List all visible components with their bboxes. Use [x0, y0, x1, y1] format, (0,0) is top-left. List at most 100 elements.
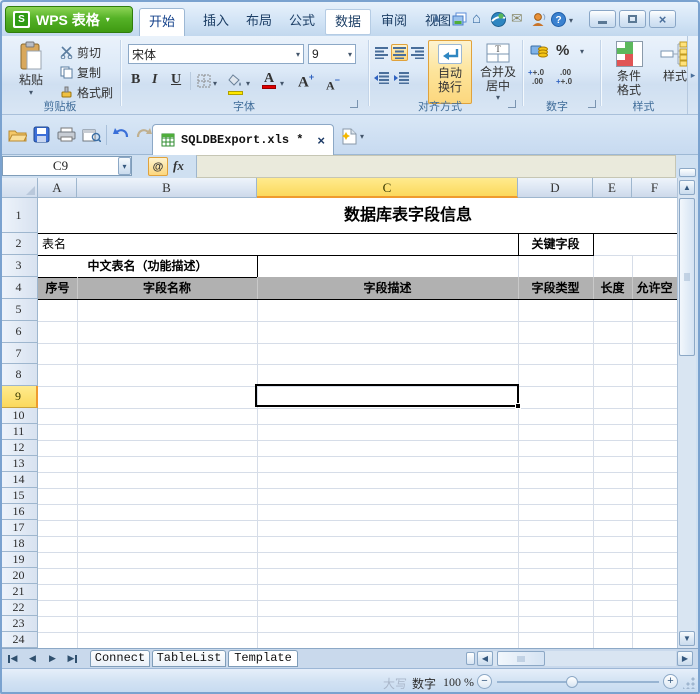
- document-tab[interactable]: SQLDBExport.xls * ×: [152, 124, 334, 155]
- align-left-button[interactable]: [373, 44, 390, 61]
- tab-data[interactable]: 数据: [325, 9, 371, 35]
- decrease-indent-button[interactable]: [373, 69, 390, 86]
- horizontal-scroll-thumb[interactable]: [497, 651, 545, 666]
- font-color-dropdown-icon[interactable]: ▾: [280, 79, 284, 88]
- increase-decimal-button[interactable]: ++.0 .00: [528, 68, 544, 86]
- merge-center-button[interactable]: T 合并及 居中 ▾: [476, 40, 520, 104]
- column-header-e[interactable]: E: [593, 178, 632, 198]
- column-header-d[interactable]: D: [518, 178, 593, 198]
- sheet-grid[interactable]: A B C D E F 1234567891011121314151617181…: [0, 178, 677, 648]
- cell-b4[interactable]: 字段名称: [77, 277, 257, 299]
- switch-windows-icon[interactable]: [452, 12, 468, 32]
- vertical-scroll-thumb[interactable]: [679, 198, 695, 356]
- column-header-f[interactable]: F: [632, 178, 677, 198]
- row-header-14[interactable]: 14: [0, 472, 38, 488]
- font-size-select[interactable]: 9▾: [308, 44, 356, 64]
- zoom-in-button[interactable]: +: [663, 674, 678, 689]
- scrollbar-split-handle[interactable]: [679, 168, 696, 177]
- cell-a3[interactable]: 中文表名（功能描述）: [38, 255, 257, 277]
- row-header-8[interactable]: 8: [0, 364, 38, 386]
- row-header-6[interactable]: 6: [0, 321, 38, 343]
- tab-insert[interactable]: 插入: [194, 8, 238, 36]
- font-color-button[interactable]: A: [262, 72, 276, 89]
- vertical-scrollbar[interactable]: ▲ ▼: [677, 178, 696, 648]
- font-name-select[interactable]: 宋体▾: [128, 44, 304, 64]
- row-header-7[interactable]: 7: [0, 343, 38, 364]
- save-button[interactable]: [33, 126, 50, 148]
- prev-sheet-button[interactable]: ◀: [24, 651, 41, 666]
- row-header-1[interactable]: 1: [0, 198, 38, 233]
- decrease-decimal-button[interactable]: .00 ++.0: [556, 68, 572, 86]
- tab-review[interactable]: 审阅: [372, 8, 416, 36]
- row-header-9[interactable]: 9: [0, 386, 38, 408]
- formula-input[interactable]: [196, 155, 676, 178]
- close-button[interactable]: ×: [649, 10, 676, 28]
- fill-color-button[interactable]: [228, 73, 244, 95]
- row-header-23[interactable]: 23: [0, 616, 38, 632]
- align-center-button[interactable]: [391, 44, 408, 61]
- row-header-13[interactable]: 13: [0, 456, 38, 472]
- help-dropdown-icon[interactable]: ▾: [569, 16, 573, 25]
- ribbon-more-button[interactable]: ▸: [687, 36, 698, 114]
- tab-formula[interactable]: 公式: [280, 8, 324, 36]
- currency-button[interactable]: [530, 43, 550, 65]
- print-button[interactable]: [57, 127, 76, 147]
- row-header-5[interactable]: 5: [0, 299, 38, 321]
- row-header-4[interactable]: 4: [0, 277, 38, 299]
- number-dialog-launcher[interactable]: [588, 100, 596, 108]
- scroll-down-icon[interactable]: ▼: [679, 631, 695, 646]
- bold-button[interactable]: B: [131, 72, 140, 88]
- help-icon[interactable]: ?: [551, 12, 566, 32]
- sheet-tab-template[interactable]: Template: [228, 650, 298, 667]
- borders-button[interactable]: [197, 74, 211, 93]
- print-preview-button[interactable]: [82, 127, 101, 147]
- zoom-slider-thumb[interactable]: [566, 676, 578, 688]
- cell-title[interactable]: 数据库表字段信息: [258, 198, 558, 233]
- home-icon[interactable]: ⌂: [472, 10, 481, 27]
- cell-d4[interactable]: 字段类型: [518, 277, 593, 299]
- row-header-15[interactable]: 15: [0, 488, 38, 504]
- cell-f4[interactable]: 允许空: [632, 277, 677, 299]
- row-header-16[interactable]: 16: [0, 504, 38, 520]
- tab-home[interactable]: 开始: [139, 8, 185, 37]
- fill-color-dropdown-icon[interactable]: ▾: [246, 79, 250, 88]
- conditional-formatting-button[interactable]: 条件 格式: [606, 41, 652, 97]
- new-document-button[interactable]: ▾: [342, 128, 364, 145]
- row-header-2[interactable]: 2: [0, 233, 38, 255]
- scroll-right-icon[interactable]: ▶: [677, 651, 693, 666]
- scroll-up-icon[interactable]: ▲: [679, 180, 695, 195]
- minimize-button[interactable]: [589, 10, 616, 28]
- cell-a2[interactable]: 表名: [42, 233, 66, 255]
- hscroll-split-handle[interactable]: [466, 652, 475, 665]
- maximize-button[interactable]: [619, 10, 646, 28]
- italic-button[interactable]: I: [152, 72, 157, 88]
- cell-d2[interactable]: 关键字段: [518, 233, 593, 255]
- user-icon[interactable]: [531, 12, 547, 32]
- name-box-dropdown-icon[interactable]: ▾: [118, 157, 131, 175]
- select-all-corner[interactable]: [0, 178, 38, 198]
- wrap-text-button[interactable]: 自动 换行: [428, 40, 472, 104]
- align-right-button[interactable]: [409, 44, 426, 61]
- mail-icon[interactable]: ✉: [511, 10, 523, 27]
- alignment-dialog-launcher[interactable]: [508, 100, 516, 108]
- increase-indent-button[interactable]: [393, 69, 410, 86]
- column-header-c[interactable]: C: [257, 178, 518, 198]
- tab-layout[interactable]: 布局: [237, 8, 281, 36]
- sheet-tab-tablelist[interactable]: TableList: [152, 650, 226, 667]
- row-header-22[interactable]: 22: [0, 600, 38, 616]
- sheet-tab-connect[interactable]: Connect: [90, 650, 150, 667]
- wps-menu-button[interactable]: S WPS 表格 ▾: [5, 6, 133, 33]
- selected-cell-c9[interactable]: [255, 384, 519, 407]
- zoom-out-button[interactable]: −: [477, 674, 492, 689]
- percent-button[interactable]: %: [556, 42, 569, 59]
- scroll-left-icon[interactable]: ◀: [477, 651, 493, 666]
- column-header-a[interactable]: A: [38, 178, 77, 198]
- row-header-18[interactable]: 18: [0, 536, 38, 552]
- zoom-slider-track[interactable]: [497, 681, 659, 683]
- row-header-21[interactable]: 21: [0, 584, 38, 600]
- row-header-12[interactable]: 12: [0, 440, 38, 456]
- document-close-icon[interactable]: ×: [317, 133, 325, 148]
- cell-c4[interactable]: 字段描述: [257, 277, 518, 299]
- fill-handle[interactable]: [515, 403, 521, 409]
- row-header-17[interactable]: 17: [0, 520, 38, 536]
